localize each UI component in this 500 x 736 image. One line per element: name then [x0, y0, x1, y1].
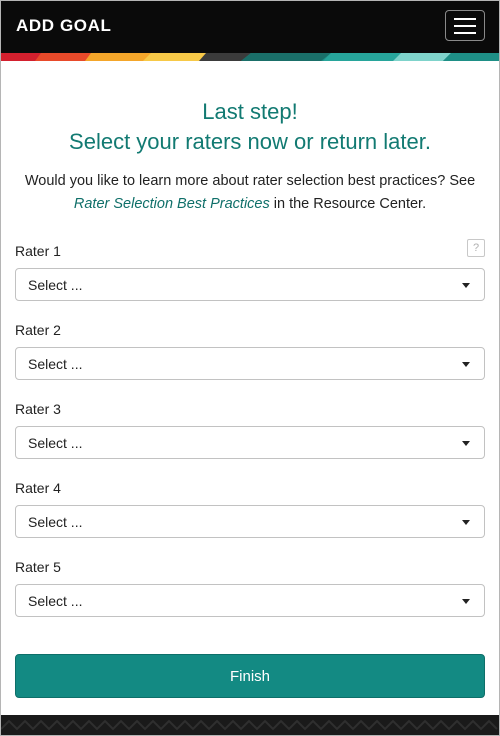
chevron-down-icon [462, 362, 470, 367]
rater-field-1: Rater 1 ? Select ... [15, 239, 485, 301]
menu-bar [454, 31, 476, 34]
rater-selection-best-practices-link[interactable]: Rater Selection Best Practices [74, 196, 270, 212]
rater-3-select[interactable]: Select ... [15, 426, 485, 459]
rater-label: Rater 2 [15, 322, 61, 338]
rater-label: Rater 1 [15, 243, 61, 259]
intro-text: Would you like to learn more about rater… [15, 170, 485, 216]
help-icon[interactable]: ? [467, 239, 485, 257]
rater-label: Rater 5 [15, 559, 61, 575]
headline-line-2: Select your raters now or return later. [69, 129, 431, 154]
chevron-down-icon [462, 599, 470, 604]
app-frame: ADD GOAL Last step! Select your raters n… [0, 0, 500, 736]
rater-4-select[interactable]: Select ... [15, 505, 485, 538]
headline-line-1: Last step! [202, 99, 298, 124]
select-value: Select ... [28, 356, 83, 372]
page-title: ADD GOAL [16, 16, 112, 35]
rater-1-select[interactable]: Select ... [15, 268, 485, 301]
rater-field-4: Rater 4 Select ... [15, 479, 485, 538]
select-value: Select ... [28, 435, 83, 451]
rater-label: Rater 3 [15, 401, 61, 417]
menu-bar [454, 17, 476, 20]
rater-2-select[interactable]: Select ... [15, 347, 485, 380]
decorative-color-stripe [1, 53, 499, 61]
select-value: Select ... [28, 593, 83, 609]
headline: Last step! Select your raters now or ret… [15, 97, 485, 157]
select-value: Select ... [28, 514, 83, 530]
top-navbar: ADD GOAL [1, 1, 499, 53]
rater-field-5: Rater 5 Select ... [15, 558, 485, 617]
rater-label: Rater 4 [15, 480, 61, 496]
main-content: Last step! Select your raters now or ret… [1, 97, 499, 698]
intro-text-before: Would you like to learn more about rater… [24, 173, 476, 189]
finish-button[interactable]: Finish [15, 654, 485, 698]
decorative-footer-pattern [1, 715, 499, 735]
hamburger-menu-icon[interactable] [445, 10, 485, 41]
chevron-down-icon [462, 441, 470, 446]
rater-field-2: Rater 2 Select ... [15, 321, 485, 380]
intro-text-after: in the Resource Center. [269, 196, 427, 212]
rater-field-3: Rater 3 Select ... [15, 400, 485, 459]
rater-5-select[interactable]: Select ... [15, 584, 485, 617]
select-value: Select ... [28, 277, 83, 293]
rater-list: Rater 1 ? Select ... Rater 2 Select ... … [15, 239, 485, 617]
menu-bar [454, 24, 476, 27]
chevron-down-icon [462, 283, 470, 288]
chevron-down-icon [462, 520, 470, 525]
